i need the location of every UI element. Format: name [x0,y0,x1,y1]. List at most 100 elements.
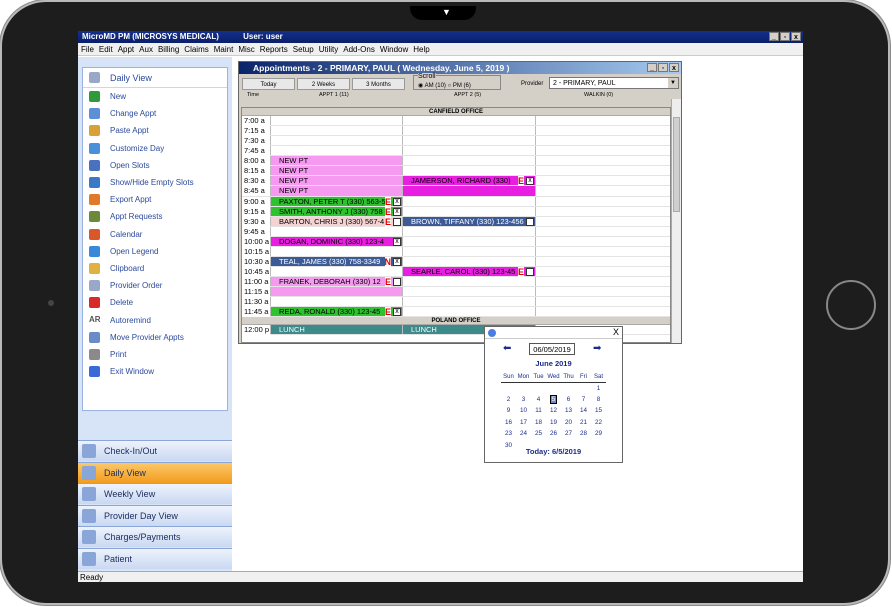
calendar-day[interactable]: 11 [531,405,546,417]
menu-item[interactable]: File [81,45,94,54]
appt1-cell[interactable]: PAXTON, PETER T (330) 563-5 Ex [270,196,402,207]
nav-button[interactable]: Daily View [78,461,232,483]
calendar-day[interactable]: 27 [561,428,576,440]
task-item[interactable]: Delete [83,294,227,311]
task-item[interactable]: Print [83,346,227,363]
nav-button[interactable]: Provider Day View [78,504,232,526]
walkin-cell[interactable] [535,206,670,216]
appt-close-button[interactable]: x [669,63,679,72]
appt1-cell[interactable] [270,116,402,126]
walkin-cell[interactable] [535,307,670,317]
appt1-cell[interactable]: NEW PT [270,186,402,196]
appt-checkbox[interactable] [393,217,401,226]
calendar-day[interactable]: 24 [516,428,531,440]
walkin-cell[interactable] [535,236,670,246]
nav-button[interactable]: Patient [78,548,232,569]
calendar-day[interactable]: 13 [561,405,576,417]
appointment-block[interactable]: BARTON, CHRIS J (330) 567-4 [271,216,402,226]
appt2-cell[interactable] [402,236,535,246]
walkin-cell[interactable] [535,116,670,126]
walkin-cell[interactable] [535,266,670,276]
appt1-cell[interactable]: REDA, RONALD (330) 123-45 Ex [270,307,402,318]
nav-button[interactable]: Charges/Payments [78,526,232,548]
appt2-cell[interactable] [402,156,535,166]
am-radio[interactable]: ◉ [418,83,425,89]
calendar-day[interactable]: 6 [561,394,576,406]
appt2-cell[interactable] [402,126,535,136]
walkin-cell[interactable] [535,297,670,307]
appointment-block[interactable]: REDA, RONALD (330) 123-45 [271,307,402,317]
appt2-cell[interactable] [402,116,535,126]
appt2-cell[interactable] [402,226,535,236]
appt-checkbox[interactable]: x [526,177,534,186]
close-button[interactable]: x [791,32,801,41]
appt1-cell[interactable] [270,146,402,156]
calendar-day[interactable]: 7 [576,394,591,406]
appt2-cell[interactable] [402,246,535,256]
appt1-cell[interactable] [270,126,402,136]
appointment-block[interactable]: FRANEK, DEBORAH (330) 12 [271,277,402,287]
appt2-cell[interactable]: BROWN, TIFFANY (330) 123-456 [402,216,535,226]
appt-restore-button[interactable]: ▫ [658,63,668,72]
appointment-block[interactable]: SMITH, ANTHONY J (330) 758 [271,206,402,216]
provider-select[interactable]: 2 - PRIMARY, PAUL ▼ [549,77,679,89]
appt1-cell[interactable]: LUNCH [270,325,402,335]
appt2-cell[interactable] [402,196,535,206]
calendar-day[interactable]: 18 [531,417,546,429]
menu-item[interactable]: Edit [99,45,113,54]
minimize-button[interactable]: _ [769,32,779,41]
task-item[interactable]: Show/Hide Empty Slots [83,174,227,191]
menu-item[interactable]: Maint [214,45,234,54]
task-item[interactable]: Clipboard [83,260,227,277]
appointment-block[interactable]: NEW PT [271,156,402,166]
walkin-cell[interactable] [535,277,670,287]
appt1-cell[interactable]: TEAL, JAMES (330) 758-3349 Nx [270,256,402,267]
menu-item[interactable]: Setup [293,45,314,54]
restore-button[interactable]: ▫ [780,32,790,41]
menu-item[interactable]: Misc [238,45,254,54]
walkin-cell[interactable] [535,196,670,206]
appt-checkbox[interactable]: x [393,197,401,206]
calendar-day[interactable]: 26 [546,428,561,440]
task-item[interactable]: Customize Day [83,140,227,157]
appt2-cell[interactable] [402,307,535,317]
calendar-day[interactable]: 23 [501,428,516,440]
appt1-cell[interactable]: SMITH, ANTHONY J (330) 758 Ex [270,206,402,217]
task-item[interactable]: New [83,88,227,105]
menu-item[interactable]: Billing [158,45,179,54]
calendar-day[interactable]: 12 [546,405,561,417]
calendar-day[interactable]: 20 [561,417,576,429]
appt2-cell[interactable]: JAMERSON, RICHARD (330) Ex [402,176,535,187]
walkin-cell[interactable] [535,216,670,226]
appt1-cell[interactable] [270,266,402,276]
calendar-day[interactable]: 10 [516,405,531,417]
chevron-down-icon[interactable]: ▼ [668,78,678,88]
arrow-right-icon[interactable]: ➡ [593,343,601,354]
menu-item[interactable]: Help [413,45,429,54]
task-item[interactable]: Appt Requests [83,208,227,225]
task-item[interactable]: Open Legend [83,243,227,260]
calendar-day[interactable]: 14 [576,405,591,417]
calendar-day[interactable]: 4 [531,394,546,406]
appt-checkbox[interactable]: x [393,308,401,317]
task-item[interactable]: Change Appt [83,105,227,122]
appointment-block[interactable]: SEARLE, CAROL (330) 123-45 [403,266,535,276]
task-item[interactable]: Export Appt [83,191,227,208]
task-panel-header[interactable]: Daily View [83,68,227,88]
appt1-cell[interactable] [270,297,402,307]
calendar-day[interactable]: 3 [516,394,531,406]
walkin-cell[interactable] [535,226,670,236]
nav-button[interactable]: Check-In/Out [78,440,232,461]
walkin-cell[interactable] [535,166,670,176]
appointment-block[interactable]: DOGAN, DOMINIC (330) 123-4 [271,236,402,246]
task-item[interactable]: Paste Appt [83,122,227,139]
appointment-block[interactable]: NEW PT [271,176,402,186]
appt-checkbox[interactable]: x [393,257,401,266]
menu-item[interactable]: Reports [260,45,288,54]
appt1-cell[interactable]: NEW PT [270,176,402,186]
nav-button[interactable]: Weekly View [78,483,232,505]
calendar-day[interactable]: 8 [591,394,606,406]
appt1-cell[interactable] [270,287,402,297]
calendar-day[interactable]: 5 [546,394,561,406]
appt1-cell[interactable] [270,226,402,236]
